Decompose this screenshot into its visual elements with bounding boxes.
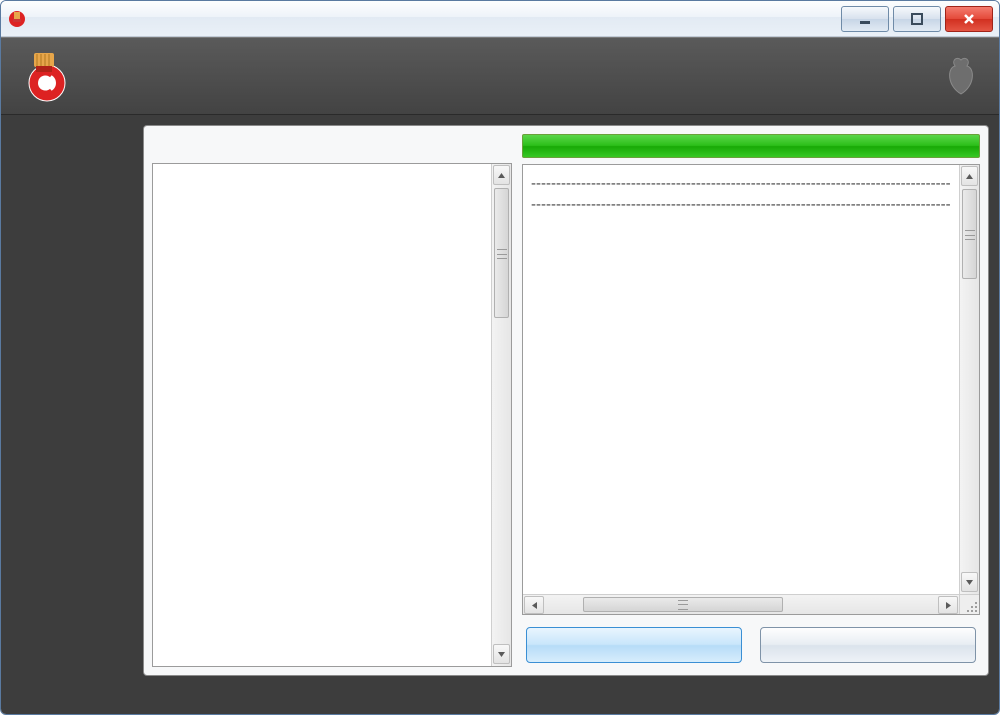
scrollbar-thumb[interactable] xyxy=(494,188,509,318)
options-vertical-scrollbar[interactable] xyxy=(491,164,511,666)
scrollbar-thumb[interactable] xyxy=(583,597,783,612)
titlebar xyxy=(1,1,999,37)
header-text xyxy=(89,64,99,89)
app-header xyxy=(1,37,999,115)
app-window: ----------------------------------------… xyxy=(0,0,1000,715)
close-button[interactable] xyxy=(945,6,993,32)
analyze-button[interactable] xyxy=(526,627,742,663)
divider: ----------------------------------------… xyxy=(531,175,951,192)
progress-bar xyxy=(522,134,980,158)
scrollbar-thumb[interactable] xyxy=(962,189,977,279)
resize-grip-icon[interactable] xyxy=(965,600,977,612)
scroll-down-arrow-icon[interactable] xyxy=(961,572,978,592)
action-buttons xyxy=(522,615,980,667)
scrollbar-corner xyxy=(959,594,979,614)
maximize-button[interactable] xyxy=(893,6,941,32)
tab-bar xyxy=(152,134,512,164)
scroll-right-arrow-icon[interactable] xyxy=(938,596,958,614)
results-content: ----------------------------------------… xyxy=(523,165,959,594)
scroll-up-arrow-icon[interactable] xyxy=(493,165,510,185)
footer xyxy=(1,680,999,714)
scroll-down-arrow-icon[interactable] xyxy=(493,644,510,664)
app-body: ----------------------------------------… xyxy=(1,115,999,680)
sidebar xyxy=(1,125,143,676)
results-column: ----------------------------------------… xyxy=(522,134,980,667)
minimize-button[interactable] xyxy=(841,6,889,32)
window-controls xyxy=(841,6,993,32)
ccleaner-logo-icon xyxy=(19,48,75,104)
scroll-left-arrow-icon[interactable] xyxy=(524,596,544,614)
scroll-up-arrow-icon[interactable] xyxy=(961,166,978,186)
app-icon xyxy=(7,9,27,29)
options-scroll-viewport xyxy=(153,164,491,666)
results-vertical-scrollbar[interactable] xyxy=(959,165,979,614)
run-cleaner-button[interactable] xyxy=(760,627,976,663)
options-list xyxy=(152,163,512,667)
options-column xyxy=(152,134,512,667)
piriform-logo-icon xyxy=(941,51,981,101)
results-box: ----------------------------------------… xyxy=(522,164,980,615)
results-horizontal-scrollbar[interactable] xyxy=(523,594,959,614)
main-panel: ----------------------------------------… xyxy=(143,125,989,676)
divider: ----------------------------------------… xyxy=(531,196,951,213)
